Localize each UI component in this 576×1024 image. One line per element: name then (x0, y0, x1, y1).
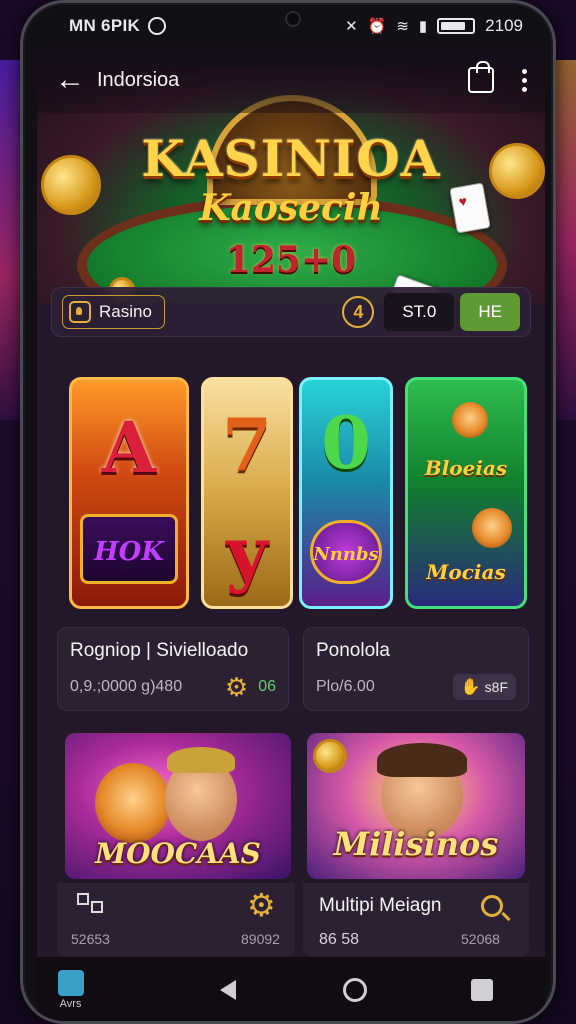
background-neon-right (554, 60, 576, 420)
slot-tag: Mocias (426, 560, 506, 584)
fox-mascot-icon (452, 402, 488, 438)
carrier-text: MN 6PIK (69, 16, 141, 35)
game-info-card[interactable]: Ponolola Plo/6.00 ✋ s8F (303, 627, 529, 711)
footer-number: 86 58 (319, 931, 360, 948)
game-card-footer[interactable]: Multipi Meiagn 86 58 52068 (303, 883, 529, 957)
hand-icon: ✋ (460, 679, 481, 696)
footer-number: 52068 (461, 931, 500, 947)
category-chip-label: Rasino (99, 302, 152, 321)
slot-reels: A HOK FREE 7 y 0 Nnnbs Bloeias Mocias (37, 367, 545, 617)
game-title: Rogniop | Sivielloado (70, 640, 249, 661)
game-info-card[interactable]: Rogniop | Sivielloado 0,9.;0000 g)480 ⚙ … (57, 627, 289, 711)
filter-bar: Rasino 4 ST.0 HE (51, 287, 531, 337)
game-card-footer[interactable]: ⚙ 52653 89092 (57, 883, 295, 957)
footer-number: 52653 (71, 931, 110, 947)
more-vert-icon[interactable] (522, 68, 527, 92)
game-title: Multipi Meiagn (319, 895, 442, 916)
stake-button[interactable]: ST.0 (384, 293, 455, 331)
app-bar: ← Indorsioa (37, 47, 545, 113)
status-bar: MN 6PIK ✕ ⏰ ≋ ▮ 2109 (23, 3, 553, 49)
slot-symbol-lower: y (226, 510, 268, 595)
grid-icon (77, 893, 107, 921)
banner-number: 125+0 (225, 239, 357, 281)
slot-symbol: 0 (320, 400, 372, 485)
squirrel-mascot-icon (472, 508, 512, 548)
mute-icon: ✕ (345, 18, 358, 35)
back-arrow-icon[interactable]: ← (55, 65, 85, 95)
hat-graphic (167, 747, 235, 773)
background-neon-left (0, 60, 22, 420)
hair-graphic (377, 743, 467, 777)
slot-game-tile[interactable]: Bloeias Mocias (405, 377, 527, 609)
banner-logo: KASINIOA (141, 129, 441, 188)
game-thumbnail[interactable]: MOOCAAS (65, 733, 291, 879)
slot-tag: Nnnbs (310, 520, 382, 584)
home-nav-icon[interactable] (342, 978, 367, 1002)
wifi-icon: ≋ (396, 18, 409, 35)
app-cube-icon (57, 970, 84, 996)
game-thumbnail-title: Milisinos (333, 825, 499, 863)
battery-icon (437, 18, 476, 34)
gold-coin-icon (313, 739, 347, 773)
slot-symbol: A (101, 406, 157, 489)
slot-game-tile[interactable]: 0 Nnnbs (299, 377, 393, 609)
slot-symbol: 7 (221, 402, 273, 487)
settings-gear-icon[interactable]: ⚙ (225, 674, 248, 700)
tiger-character (95, 763, 171, 843)
banner-subtitle: Kaosecih (199, 187, 383, 229)
clock: 2109 (485, 16, 523, 35)
recents-nav-icon[interactable] (470, 979, 493, 1001)
game-title: Ponolola (316, 640, 390, 661)
search-icon[interactable] (481, 895, 503, 917)
game-value: 06 (258, 678, 276, 695)
footer-number: 89092 (241, 931, 280, 947)
category-chip[interactable]: Rasino (62, 295, 165, 329)
casino-chip-icon (69, 301, 91, 323)
game-meta: Plo/6.00 (316, 678, 375, 695)
slot-tag-top: Bloeias (424, 456, 508, 480)
slot-tag: HOK FREE (80, 514, 178, 584)
alarm-icon: ⏰ (367, 18, 387, 35)
price-badge-label: s8F (484, 679, 508, 695)
game-meta: 0,9.;0000 g)480 (70, 678, 183, 695)
game-thumbnail[interactable]: Milisinos (307, 733, 525, 879)
home-app-button[interactable]: Avrs (57, 970, 84, 1010)
game-thumbnail-title: MOOCAAS (95, 837, 261, 870)
slot-game-tile[interactable]: A HOK FREE (69, 377, 189, 609)
shopping-bag-icon[interactable] (468, 61, 494, 93)
back-nav-icon[interactable] (219, 980, 236, 1000)
round-filter-button[interactable]: 4 (342, 296, 375, 328)
settings-gear-icon[interactable]: ⚙ (247, 889, 276, 921)
home-app-label: Avrs (59, 998, 82, 1010)
slot-game-tile[interactable]: 7 y (201, 377, 293, 609)
page-title: Indorsioa (97, 68, 180, 91)
signal-icon: ▮ (418, 18, 428, 35)
phone-frame: MN 6PIK ✕ ⏰ ≋ ▮ 2109 KASINIOA Kaosecih 1… (20, 0, 556, 1024)
confirm-button[interactable]: HE (460, 293, 520, 331)
system-nav-bar: Avrs (37, 957, 545, 1021)
app-screen: KASINIOA Kaosecih 125+0 ← Indorsioa Rasi… (37, 47, 545, 957)
sync-icon (148, 17, 167, 35)
price-badge: ✋ s8F (452, 674, 516, 700)
front-camera (285, 11, 301, 27)
